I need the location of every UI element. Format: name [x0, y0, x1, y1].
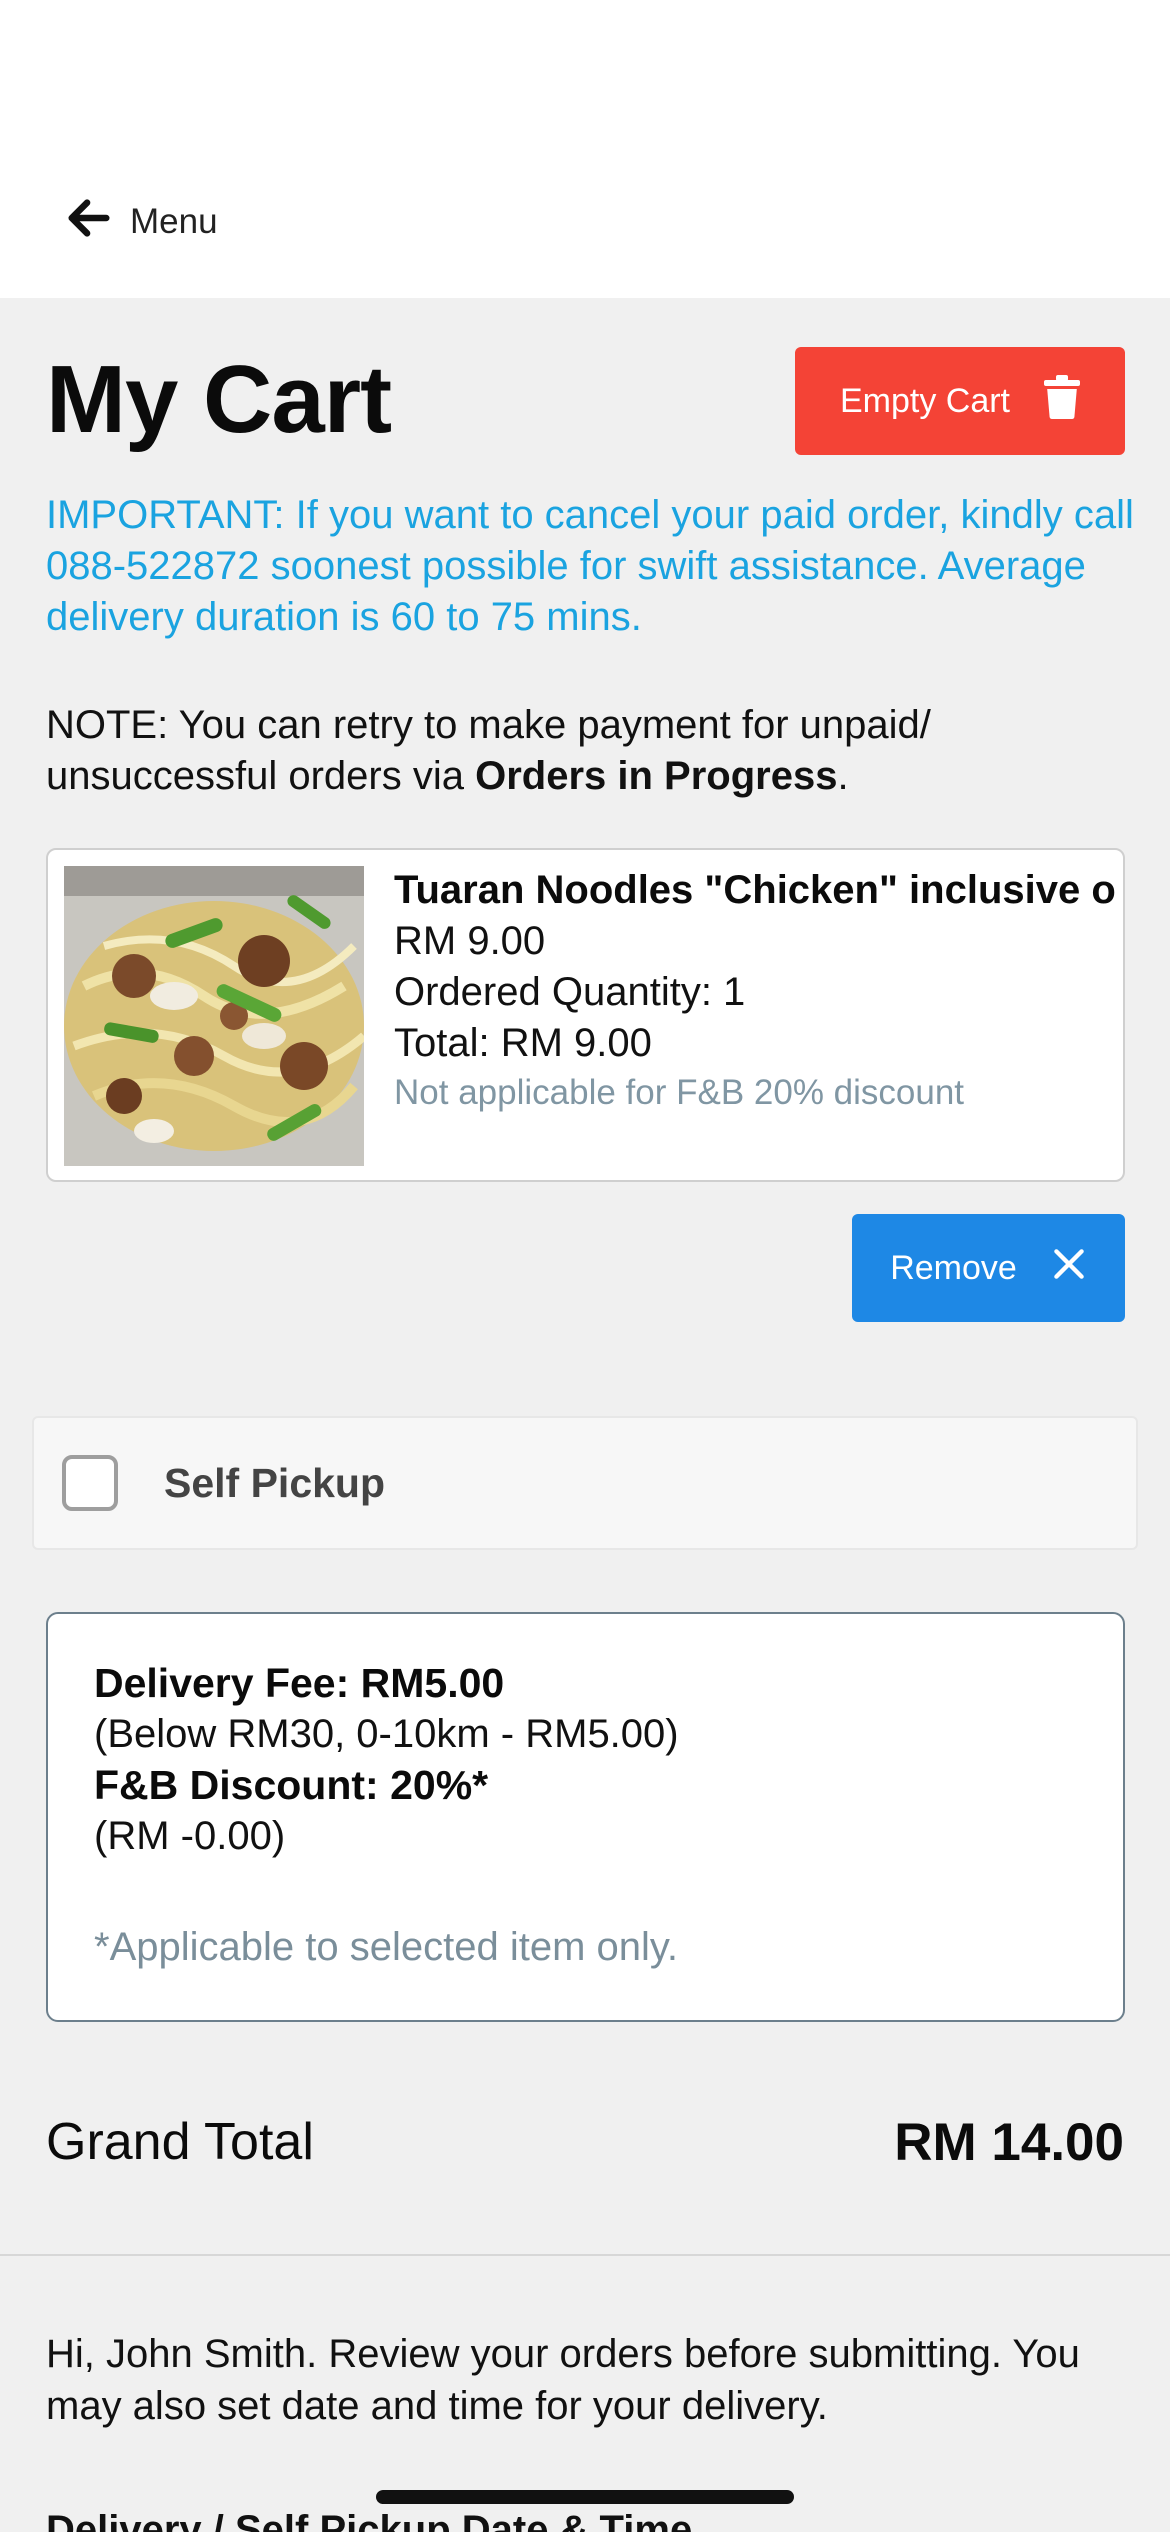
item-quantity: Ordered Quantity: 1: [394, 970, 746, 1014]
top-header: Menu: [0, 0, 1170, 298]
self-pickup-label: Self Pickup: [164, 1459, 386, 1506]
orders-in-progress-link: Orders in Progress: [475, 754, 838, 798]
payment-note: NOTE: You can retry to make payment for …: [46, 700, 1136, 802]
cart-item: Tuaran Noodles "Chicken" inclusive o RM …: [46, 848, 1125, 1182]
self-pickup-option[interactable]: Self Pickup: [32, 1416, 1138, 1550]
grand-total-value: RM 14.00: [894, 2113, 1124, 2172]
cart-page: Menu My Cart Empty Cart IMPORTANT: If yo…: [0, 0, 1170, 2532]
delivery-datetime-heading: Delivery / Self Pickup Date & Time: [46, 2508, 693, 2532]
empty-cart-label: Empty Cart: [839, 381, 1011, 420]
payment-note-end: .: [837, 754, 849, 798]
fnb-discount-amount: (RM -0.00): [94, 1814, 286, 1858]
arrow-left-icon: [66, 195, 112, 250]
self-pickup-checkbox[interactable]: [62, 1455, 118, 1511]
home-indicator[interactable]: [376, 2490, 794, 2504]
remove-item-button[interactable]: Remove: [852, 1214, 1125, 1322]
remove-label: Remove: [890, 1248, 1017, 1287]
close-icon: [1051, 1246, 1087, 1291]
fee-summary: Delivery Fee: RM5.00 (Below RM30, 0-10km…: [46, 1612, 1125, 2022]
grand-total-label: Grand Total: [46, 2113, 314, 2171]
item-total: Total: RM 9.00: [394, 1021, 652, 1065]
back-label: Menu: [130, 202, 218, 241]
item-name: Tuaran Noodles "Chicken" inclusive o: [394, 868, 1116, 912]
item-photo: [64, 866, 364, 1166]
section-divider: [0, 2254, 1170, 2256]
item-price: RM 9.00: [394, 919, 546, 963]
empty-cart-button[interactable]: Empty Cart: [795, 347, 1125, 455]
delivery-fee-detail: (Below RM30, 0-10km - RM5.00): [94, 1712, 679, 1756]
discount-footnote: *Applicable to selected item only.: [94, 1925, 679, 1969]
item-details: Tuaran Noodles "Chicken" inclusive o RM …: [394, 864, 1123, 1117]
delivery-fee: Delivery Fee: RM5.00: [94, 1660, 505, 1706]
trash-icon: [1044, 374, 1081, 428]
item-discount-note: Not applicable for F&B 20% discount: [394, 1073, 965, 1112]
review-message: Hi, John Smith. Review your orders befor…: [46, 2332, 1080, 2428]
back-to-menu-link[interactable]: Menu: [66, 192, 218, 252]
page-title: My Cart: [46, 346, 392, 453]
important-notice: IMPORTANT: If you want to cancel your pa…: [46, 493, 1134, 639]
fnb-discount: F&B Discount: 20%*: [94, 1762, 489, 1808]
